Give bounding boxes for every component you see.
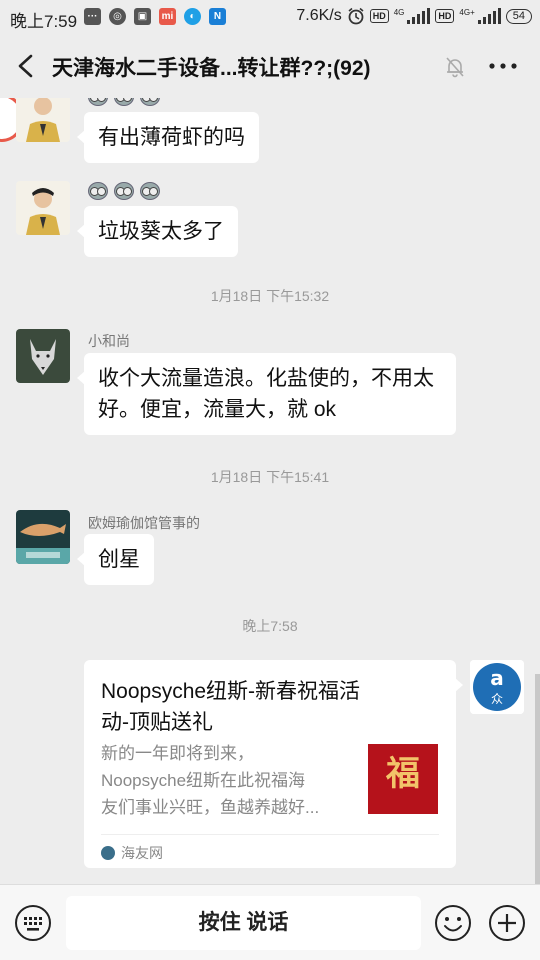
scrollbar[interactable] xyxy=(535,674,540,884)
timestamp: 1月18日 下午15:41 xyxy=(210,469,330,485)
message-notification-icon: ··· xyxy=(84,8,101,25)
emoji-row xyxy=(88,182,160,200)
timestamp: 1月18日 下午15:32 xyxy=(210,288,330,304)
emoji-icon xyxy=(140,98,160,106)
hold-to-talk-button[interactable]: 按住 说话 xyxy=(66,896,421,950)
app-notification-icon: ◐ xyxy=(184,8,201,25)
man-in-suit-avatar[interactable] xyxy=(16,98,70,142)
wechat-notification-icon: ◎ xyxy=(109,8,126,25)
link-card-title-line: 动-顶贴送礼 xyxy=(101,711,213,734)
wolf-avatar[interactable] xyxy=(16,329,70,383)
message-bubble[interactable]: 垃圾葵太多了 xyxy=(77,206,238,257)
signal-icon: 4G xyxy=(394,8,431,24)
battery-icon: 54 xyxy=(505,8,532,24)
hd-icon-2: HD xyxy=(435,9,455,23)
input-bar: 按住 说话 xyxy=(0,884,540,960)
keyboard-toggle-icon[interactable] xyxy=(14,904,52,942)
timestamp: 晚上7:58 xyxy=(242,618,298,634)
more-options-icon[interactable] xyxy=(488,56,518,76)
chat-header: 天津海水二手设备...转让群??;(92) xyxy=(0,34,540,98)
emoji-icon xyxy=(114,98,134,106)
notification-icons: ··· ◎ ▣ mi ◐ N xyxy=(84,8,226,25)
chat-message-list[interactable]: 有出薄荷虾的吗 垃圾葵太多了 1月18日 下午15:32 小和尚 收个大流量造浪… xyxy=(0,98,540,884)
mute-bell-icon[interactable] xyxy=(444,56,466,78)
my-avatar[interactable]: a众 xyxy=(470,660,524,714)
photo-notification-icon: ▣ xyxy=(134,8,151,25)
emoji-icon xyxy=(88,182,108,200)
link-card-desc-line: Noopsyche纽斯在此祝福海 xyxy=(101,771,306,790)
emoji-icon xyxy=(114,182,134,200)
sender-name: 小和尚 xyxy=(88,333,130,349)
back-arrow-icon[interactable] xyxy=(16,54,36,78)
hd-icon: HD xyxy=(369,9,389,23)
mi-notification-icon: mi xyxy=(159,8,176,25)
message-bubble[interactable]: 有出薄荷虾的吗 xyxy=(77,112,259,163)
aquarium-avatar[interactable] xyxy=(16,510,70,564)
emoji-icon xyxy=(140,182,160,200)
message-line: 好。便宜，流量大，就 ok xyxy=(98,398,337,421)
emoji-icon xyxy=(88,98,108,106)
message-bubble[interactable]: 创星 xyxy=(77,534,154,585)
divider xyxy=(101,834,439,835)
system-indicators: 7.6K/s HD 4G HD 4G+ 54 xyxy=(296,7,532,25)
sender-name: 欧姆瑜伽馆管事的 xyxy=(88,515,200,531)
link-card-description: 新的一年即将到来， Noopsyche纽斯在此祝福海 友们事业兴旺，鱼越养越好.… xyxy=(101,740,363,821)
link-card-source: 海友网 xyxy=(101,843,163,863)
link-card-desc-line: 友们事业兴旺，鱼越养越好... xyxy=(101,798,320,817)
link-card-title: Noopsyche纽斯-新春祝福活 动-顶贴送礼 xyxy=(101,676,441,738)
source-name: 海友网 xyxy=(121,845,163,861)
network-speed: 7.6K/s xyxy=(296,7,342,24)
more-actions-plus-icon[interactable] xyxy=(488,904,526,942)
svg-text:众: 众 xyxy=(491,692,503,706)
n-app-notification-icon: N xyxy=(209,8,226,25)
emoji-row xyxy=(88,98,160,106)
link-card-title-line: Noopsyche纽斯-新春祝福活 xyxy=(101,680,361,703)
status-bar: 晚上7:59 ··· ◎ ▣ mi ◐ N 7.6K/s HD 4G HD 4G… xyxy=(0,0,540,34)
signal-icon-2: 4G+ xyxy=(459,8,501,24)
man-in-suit-avatar[interactable] xyxy=(16,181,70,235)
clock: 晚上7:59 xyxy=(10,12,78,31)
link-card[interactable]: Noopsyche纽斯-新春祝福活 动-顶贴送礼 新的一年即将到来， Noops… xyxy=(84,660,463,868)
alarm-icon xyxy=(348,7,364,25)
emoji-picker-icon[interactable] xyxy=(434,904,472,942)
link-card-desc-line: 新的一年即将到来， xyxy=(101,744,254,763)
chat-title: 天津海水二手设备...转让群??;(92) xyxy=(52,57,371,80)
svg-text:a: a xyxy=(490,666,504,690)
link-card-thumbnail: 福 xyxy=(368,744,438,814)
source-logo-icon xyxy=(101,846,115,860)
message-bubble[interactable]: 收个大流量造浪。化盐使的，不用太 好。便宜，流量大，就 ok xyxy=(77,353,456,435)
message-line: 收个大流量造浪。化盐使的，不用太 xyxy=(98,367,434,390)
